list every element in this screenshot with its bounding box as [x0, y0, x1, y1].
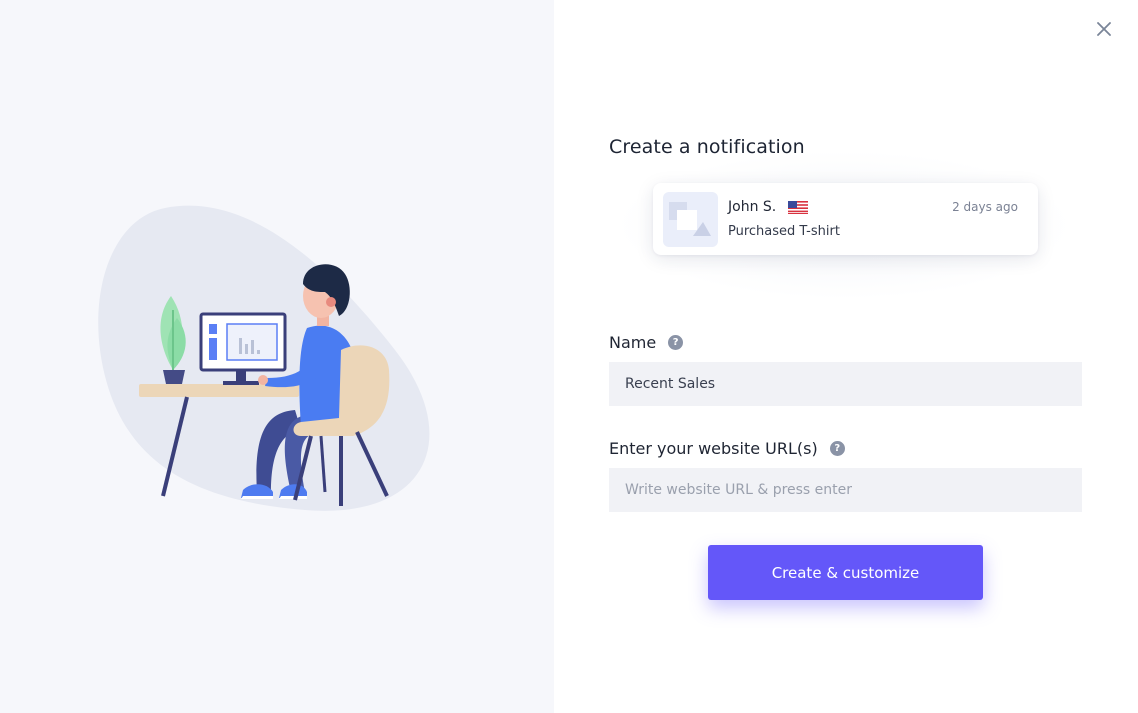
person-at-desk-illustration [98, 205, 430, 511]
preview-customer-name: John S. [728, 199, 777, 215]
help-icon[interactable]: ? [668, 335, 684, 350]
name-input[interactable] [609, 362, 1082, 406]
name-label-text: Name [609, 333, 657, 352]
help-icon[interactable]: ? [829, 441, 845, 456]
close-icon[interactable] [1093, 18, 1115, 40]
us-flag-icon [788, 201, 808, 214]
preview-timestamp: 2 days ago [952, 200, 1018, 214]
preview-action-text: Purchased T-shirt [728, 224, 840, 239]
illustration-panel [0, 0, 554, 713]
name-field-label: Name ? [609, 333, 684, 352]
create-and-customize-button[interactable]: Create & customize [708, 545, 983, 600]
create-notification-panel: Create a notification John S. 2 days ago… [554, 0, 1138, 713]
image-placeholder-icon [663, 192, 718, 247]
url-label-text: Enter your website URL(s) [609, 439, 818, 458]
website-url-input[interactable] [609, 468, 1082, 512]
url-field-label: Enter your website URL(s) ? [609, 439, 845, 458]
notification-preview-card: John S. 2 days ago Purchased T-shirt [653, 183, 1038, 255]
